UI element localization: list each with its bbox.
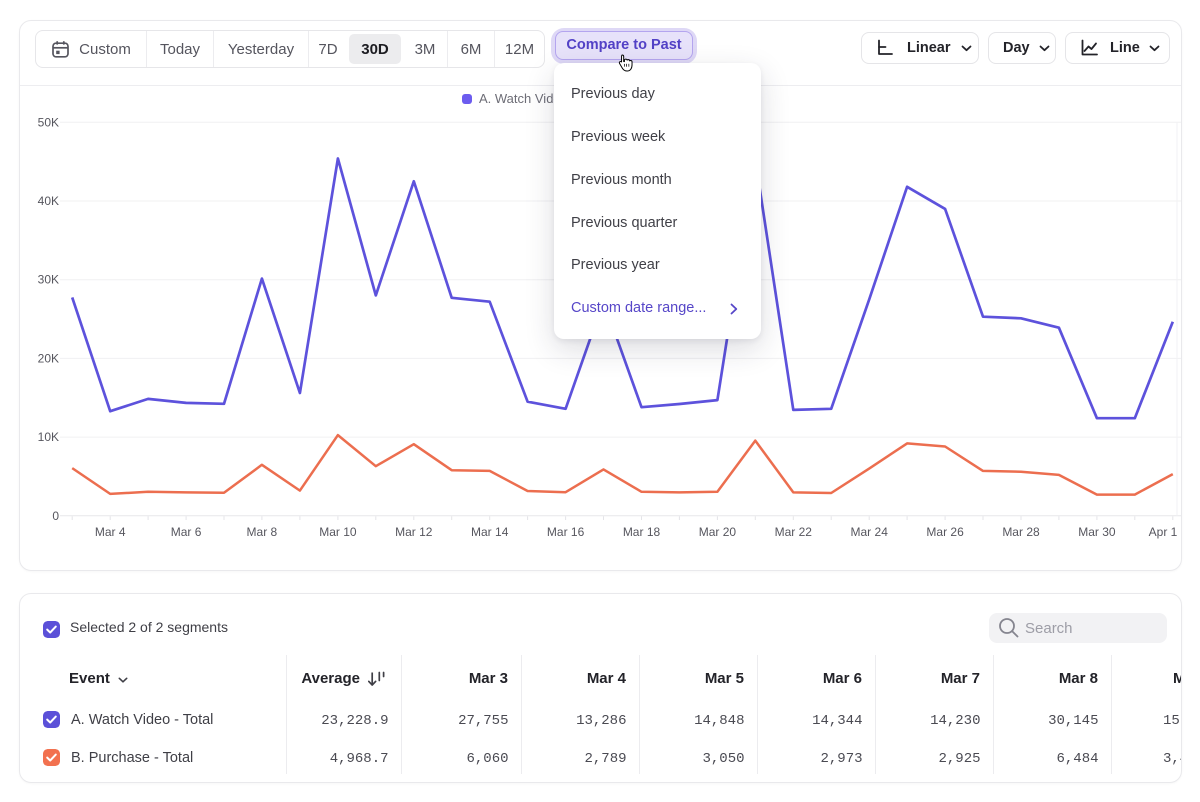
svg-text:Mar 14: Mar 14 (471, 525, 509, 539)
svg-text:Mar 18: Mar 18 (623, 525, 661, 539)
svg-text:Mar 20: Mar 20 (699, 525, 737, 539)
svg-text:Apr 1: Apr 1 (1149, 525, 1178, 539)
svg-text:Mar 6: Mar 6 (171, 525, 202, 539)
svg-text:Mar 10: Mar 10 (319, 525, 357, 539)
svg-text:Mar 4: Mar 4 (95, 525, 126, 539)
svg-text:30K: 30K (38, 273, 59, 287)
svg-text:Mar 12: Mar 12 (395, 525, 433, 539)
svg-text:Mar 28: Mar 28 (1002, 525, 1040, 539)
svg-text:Mar 22: Mar 22 (775, 525, 813, 539)
svg-text:Mar 16: Mar 16 (547, 525, 585, 539)
svg-text:Mar 30: Mar 30 (1078, 525, 1116, 539)
svg-text:10K: 10K (38, 430, 59, 444)
svg-text:Mar 24: Mar 24 (851, 525, 889, 539)
svg-text:0: 0 (52, 509, 59, 523)
svg-text:40K: 40K (38, 194, 59, 208)
svg-text:Mar 8: Mar 8 (247, 525, 278, 539)
svg-text:Mar 26: Mar 26 (926, 525, 964, 539)
svg-text:50K: 50K (38, 115, 59, 129)
svg-text:20K: 20K (38, 351, 59, 365)
